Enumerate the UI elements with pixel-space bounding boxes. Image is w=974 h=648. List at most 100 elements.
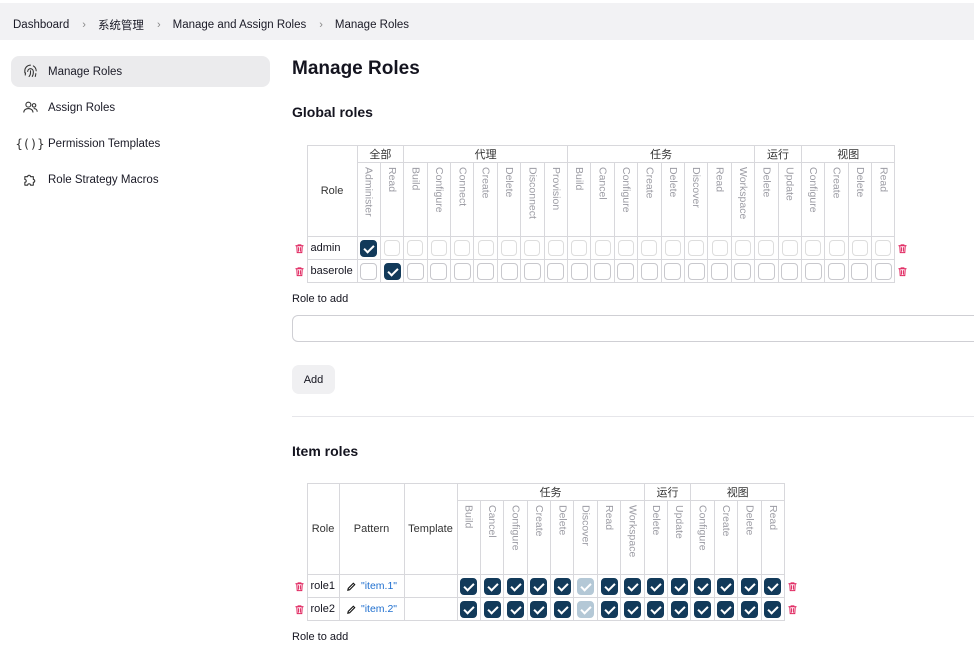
permission-checkbox[interactable] [430, 262, 448, 280]
permission-checkbox[interactable] [781, 240, 798, 256]
permission-checkbox[interactable] [647, 577, 665, 595]
trash-icon[interactable] [294, 581, 305, 592]
permission-checkbox[interactable] [600, 577, 618, 595]
permission-checkbox[interactable] [828, 262, 845, 280]
permission-checkbox[interactable] [734, 240, 751, 256]
permission-checkbox[interactable] [524, 240, 541, 256]
permission-checkbox[interactable] [647, 600, 665, 618]
permission-checkbox[interactable] [740, 600, 758, 618]
permission-checkbox[interactable] [553, 600, 571, 618]
permission-checkbox[interactable] [483, 577, 501, 595]
permission-checkbox[interactable] [851, 262, 869, 280]
permission-checkbox[interactable] [483, 600, 501, 618]
permission-checkbox[interactable] [454, 240, 471, 256]
pattern-link[interactable]: "item.1" [361, 580, 397, 592]
sidebar-item-manage-roles[interactable]: Manage Roles [11, 56, 270, 87]
permission-checkbox[interactable] [764, 577, 782, 595]
permission-checkbox[interactable] [694, 577, 712, 595]
permission-cell [824, 236, 849, 260]
permission-checkbox[interactable] [664, 240, 681, 256]
pencil-icon[interactable] [346, 604, 357, 615]
permission-checkbox[interactable] [617, 240, 634, 256]
permission-checkbox[interactable] [547, 240, 564, 256]
permission-checkbox[interactable] [781, 262, 799, 280]
permission-checkbox[interactable] [617, 262, 635, 280]
permission-cell [620, 574, 645, 598]
trash-icon[interactable] [294, 604, 305, 615]
permission-checkbox[interactable] [874, 262, 892, 280]
sidebar-item-role-strategy-macros[interactable]: Role Strategy Macros [11, 164, 270, 195]
permission-checkbox[interactable] [670, 577, 688, 595]
permission-checkbox[interactable] [623, 577, 641, 595]
trash-icon[interactable] [294, 266, 305, 277]
permission-checkbox[interactable] [506, 600, 524, 618]
permission-checkbox[interactable] [360, 262, 378, 280]
permission-checkbox[interactable] [506, 577, 524, 595]
permission-checkbox[interactable] [547, 262, 565, 280]
permission-checkbox[interactable] [740, 577, 758, 595]
permission-label: Update [783, 167, 796, 201]
permission-checkbox[interactable] [571, 240, 588, 256]
permission-checkbox[interactable] [477, 240, 494, 256]
sidebar-item-assign-roles[interactable]: Assign Roles [11, 92, 270, 123]
permission-checkbox[interactable] [805, 240, 822, 256]
permission-checkbox[interactable] [828, 240, 845, 256]
permission-checkbox[interactable] [570, 262, 588, 280]
trash-icon[interactable] [897, 243, 908, 254]
pattern-link[interactable]: "item.2" [361, 603, 397, 615]
permission-checkbox[interactable] [804, 262, 822, 280]
permission-cell [596, 597, 622, 621]
trash-icon[interactable] [897, 266, 908, 277]
add-button[interactable]: Add [292, 365, 335, 394]
permission-label: Delete [666, 167, 679, 198]
permission-checkbox[interactable] [670, 600, 688, 618]
permission-checkbox[interactable] [360, 239, 378, 257]
permission-checkbox[interactable] [688, 240, 705, 256]
permission-checkbox[interactable] [687, 262, 705, 280]
permission-checkbox[interactable] [430, 240, 447, 256]
permission-checkbox[interactable] [453, 262, 471, 280]
breadcrumb-manage-assign-roles[interactable]: Manage and Assign Roles [173, 19, 307, 31]
permission-checkbox[interactable] [717, 577, 735, 595]
permission-checkbox[interactable] [500, 262, 518, 280]
permission-checkbox[interactable] [664, 262, 682, 280]
permission-checkbox[interactable] [594, 262, 612, 280]
permission-checkbox[interactable] [711, 262, 729, 280]
permission-checkbox[interactable] [384, 240, 401, 256]
permission-checkbox[interactable] [640, 262, 658, 280]
permission-checkbox[interactable] [851, 240, 868, 256]
permission-checkbox[interactable] [711, 240, 728, 256]
permission-checkbox[interactable] [407, 240, 424, 256]
permission-checkbox[interactable] [477, 262, 495, 280]
permission-checkbox[interactable] [694, 600, 712, 618]
permission-checkbox[interactable] [757, 262, 775, 280]
permission-checkbox[interactable] [717, 600, 735, 618]
breadcrumb-system-management[interactable]: 系统管理 [98, 17, 144, 33]
permission-checkbox[interactable] [530, 600, 548, 618]
permission-checkbox[interactable] [460, 577, 478, 595]
trash-icon[interactable] [787, 604, 798, 615]
pencil-icon[interactable] [346, 581, 357, 592]
permission-header: Workspace [620, 500, 645, 575]
permission-checkbox[interactable] [734, 262, 752, 280]
permission-checkbox[interactable] [530, 577, 548, 595]
permission-checkbox[interactable] [523, 262, 541, 280]
permission-checkbox[interactable] [460, 600, 478, 618]
breadcrumb-dashboard[interactable]: Dashboard [13, 19, 69, 31]
permission-checkbox[interactable] [641, 240, 658, 256]
trash-icon[interactable] [294, 243, 305, 254]
trash-icon[interactable] [787, 581, 798, 592]
permission-cell [777, 259, 802, 283]
permission-checkbox[interactable] [553, 577, 571, 595]
permission-checkbox[interactable] [594, 240, 611, 256]
permission-checkbox[interactable] [758, 240, 775, 256]
permission-checkbox[interactable] [383, 262, 401, 280]
permission-checkbox[interactable] [501, 240, 518, 256]
permission-checkbox[interactable] [764, 600, 782, 618]
permission-checkbox[interactable] [875, 240, 892, 256]
role-to-add-input[interactable] [292, 315, 974, 342]
permission-checkbox[interactable] [600, 600, 618, 618]
sidebar-item-permission-templates[interactable]: {()} Permission Templates [11, 128, 270, 159]
permission-checkbox[interactable] [623, 600, 641, 618]
permission-checkbox[interactable] [406, 262, 424, 280]
